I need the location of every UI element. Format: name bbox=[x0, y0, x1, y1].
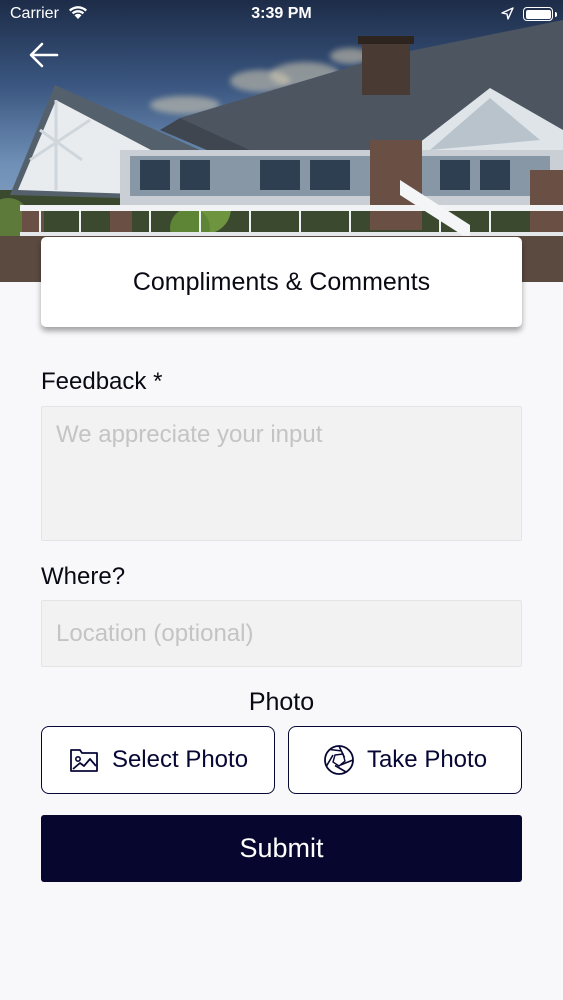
select-photo-label: Select Photo bbox=[111, 746, 249, 773]
battery-icon bbox=[523, 7, 557, 21]
camera-aperture-icon bbox=[323, 744, 355, 776]
feedback-textarea[interactable] bbox=[41, 406, 522, 541]
title-card: Compliments & Comments bbox=[41, 237, 522, 327]
image-gallery-icon bbox=[68, 746, 100, 774]
submit-button[interactable]: Submit bbox=[41, 815, 522, 882]
photo-label: Photo bbox=[248, 688, 315, 716]
status-bar: Carrier 3:39 PM bbox=[0, 0, 563, 30]
take-photo-label: Take Photo bbox=[366, 746, 488, 773]
arrow-left-icon bbox=[29, 42, 59, 68]
take-photo-button[interactable]: Take Photo bbox=[288, 726, 522, 794]
clock: 3:39 PM bbox=[251, 5, 312, 22]
location-input[interactable] bbox=[41, 600, 522, 667]
back-button[interactable] bbox=[26, 38, 62, 72]
location-arrow-icon bbox=[501, 7, 514, 25]
where-label: Where? bbox=[41, 563, 126, 590]
page-title: Compliments & Comments bbox=[132, 267, 431, 296]
select-photo-button[interactable]: Select Photo bbox=[41, 726, 275, 794]
feedback-label: Feedback * bbox=[41, 368, 163, 395]
